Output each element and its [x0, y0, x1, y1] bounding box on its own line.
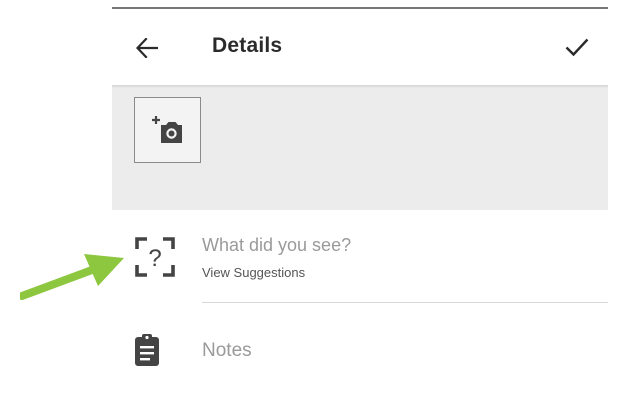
row-divider [202, 302, 608, 303]
add-photo-button[interactable] [134, 97, 201, 163]
notes-row[interactable]: Notes [112, 326, 608, 376]
species-input[interactable]: What did you see? [202, 235, 351, 256]
page-title: Details [212, 34, 283, 57]
notes-input[interactable]: Notes [202, 340, 252, 362]
add-photo-icon [151, 116, 182, 143]
species-row[interactable]: ? What did you see? View Suggestions [112, 222, 608, 292]
clipboard-icon [135, 334, 159, 366]
back-button[interactable] [132, 33, 162, 63]
svg-text:?: ? [148, 245, 161, 272]
view-suggestions-link[interactable]: View Suggestions [202, 265, 305, 280]
species-unknown-icon: ? [135, 237, 175, 277]
arrow-left-icon [136, 38, 158, 58]
confirm-button[interactable] [560, 31, 594, 63]
check-icon [565, 38, 589, 57]
toolbar: Details [112, 9, 608, 85]
photo-section [112, 88, 608, 210]
annotation-arrow [20, 254, 124, 300]
